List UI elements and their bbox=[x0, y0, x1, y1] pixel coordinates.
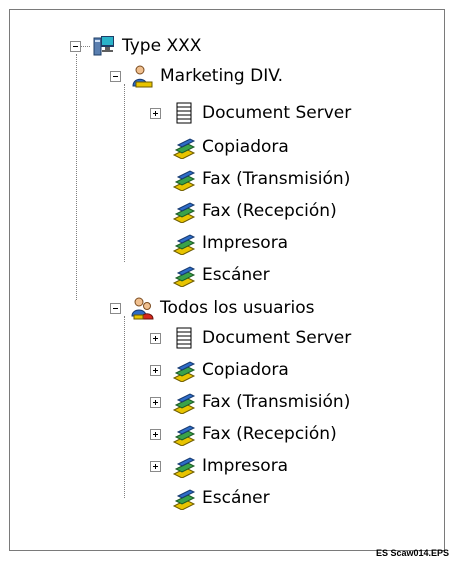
expand-toggle[interactable] bbox=[150, 333, 161, 344]
tree-node-group-todos[interactable]: Todos los usuarios bbox=[110, 293, 315, 323]
collapse-toggle[interactable] bbox=[110, 71, 121, 82]
tree-line bbox=[124, 316, 125, 498]
expand-toggle[interactable] bbox=[150, 365, 161, 376]
expand-toggle[interactable] bbox=[150, 461, 161, 472]
tree-panel: Type XXX Marketing DIV. Document Server … bbox=[9, 9, 445, 551]
tree-node-root[interactable]: Type XXX bbox=[70, 31, 201, 61]
tree-node-label: Impresora bbox=[202, 456, 289, 476]
expand-toggle[interactable] bbox=[150, 108, 161, 119]
tree-node-escaner[interactable]: Escáner bbox=[172, 260, 270, 290]
tree-node-impresora[interactable]: Impresora bbox=[150, 451, 288, 481]
document-stack-icon bbox=[176, 327, 192, 349]
collapse-toggle[interactable] bbox=[110, 303, 121, 314]
tree-line bbox=[76, 54, 77, 300]
tree-node-label: Fax (Transmisión) bbox=[202, 392, 351, 412]
tree-node-fax-transmision[interactable]: Fax (Transmisión) bbox=[172, 164, 350, 194]
tree-line bbox=[124, 84, 125, 262]
expand-toggle[interactable] bbox=[150, 397, 161, 408]
tree-node-label: Escáner bbox=[202, 265, 270, 285]
tree-node-label: Copiadora bbox=[202, 137, 289, 157]
tree-node-label: Fax (Recepción) bbox=[202, 424, 337, 444]
tree-node-label: Type XXX bbox=[122, 36, 202, 56]
tree-node-label: Impresora bbox=[202, 233, 289, 253]
documents-fan-icon bbox=[172, 489, 196, 510]
server-computer-icon bbox=[93, 36, 114, 56]
collapse-toggle[interactable] bbox=[70, 41, 81, 52]
tree-node-copiadora[interactable]: Copiadora bbox=[172, 132, 289, 162]
tree-node-fax-recepcion[interactable]: Fax (Recepción) bbox=[150, 419, 337, 449]
all-users-icon bbox=[131, 297, 154, 320]
figure-caption: ES Scaw014.EPS bbox=[375, 548, 449, 558]
documents-fan-icon bbox=[172, 425, 196, 446]
tree-node-label: Marketing DIV. bbox=[160, 66, 284, 86]
tree-node-label: Document Server bbox=[202, 103, 352, 123]
document-stack-icon bbox=[176, 102, 192, 124]
tree-node-label: Todos los usuarios bbox=[160, 298, 315, 318]
tree-node-label: Copiadora bbox=[202, 360, 289, 380]
tree-node-label: Fax (Recepción) bbox=[202, 201, 337, 221]
tree-node-escaner[interactable]: Escáner bbox=[172, 483, 270, 513]
documents-fan-icon bbox=[172, 138, 196, 159]
tree-node-copiadora[interactable]: Copiadora bbox=[150, 355, 289, 385]
tree-node-document-server[interactable]: Document Server bbox=[150, 323, 351, 353]
documents-fan-icon bbox=[172, 202, 196, 223]
tree-node-label: Escáner bbox=[202, 488, 270, 508]
tree-node-label: Fax (Transmisión) bbox=[202, 169, 351, 189]
documents-fan-icon bbox=[172, 170, 196, 191]
permission-tree: Type XXX Marketing DIV. Document Server … bbox=[10, 10, 444, 550]
user-group-icon bbox=[132, 65, 153, 88]
expand-toggle[interactable] bbox=[150, 429, 161, 440]
tree-node-fax-transmision[interactable]: Fax (Transmisión) bbox=[150, 387, 350, 417]
documents-fan-icon bbox=[172, 266, 196, 287]
documents-fan-icon bbox=[172, 361, 196, 382]
tree-node-group-marketing[interactable]: Marketing DIV. bbox=[110, 61, 283, 91]
documents-fan-icon bbox=[172, 457, 196, 478]
documents-fan-icon bbox=[172, 393, 196, 414]
tree-node-document-server[interactable]: Document Server bbox=[150, 98, 351, 128]
documents-fan-icon bbox=[172, 234, 196, 255]
tree-node-fax-recepcion[interactable]: Fax (Recepción) bbox=[172, 196, 337, 226]
tree-node-label: Document Server bbox=[202, 328, 352, 348]
tree-node-impresora[interactable]: Impresora bbox=[172, 228, 288, 258]
